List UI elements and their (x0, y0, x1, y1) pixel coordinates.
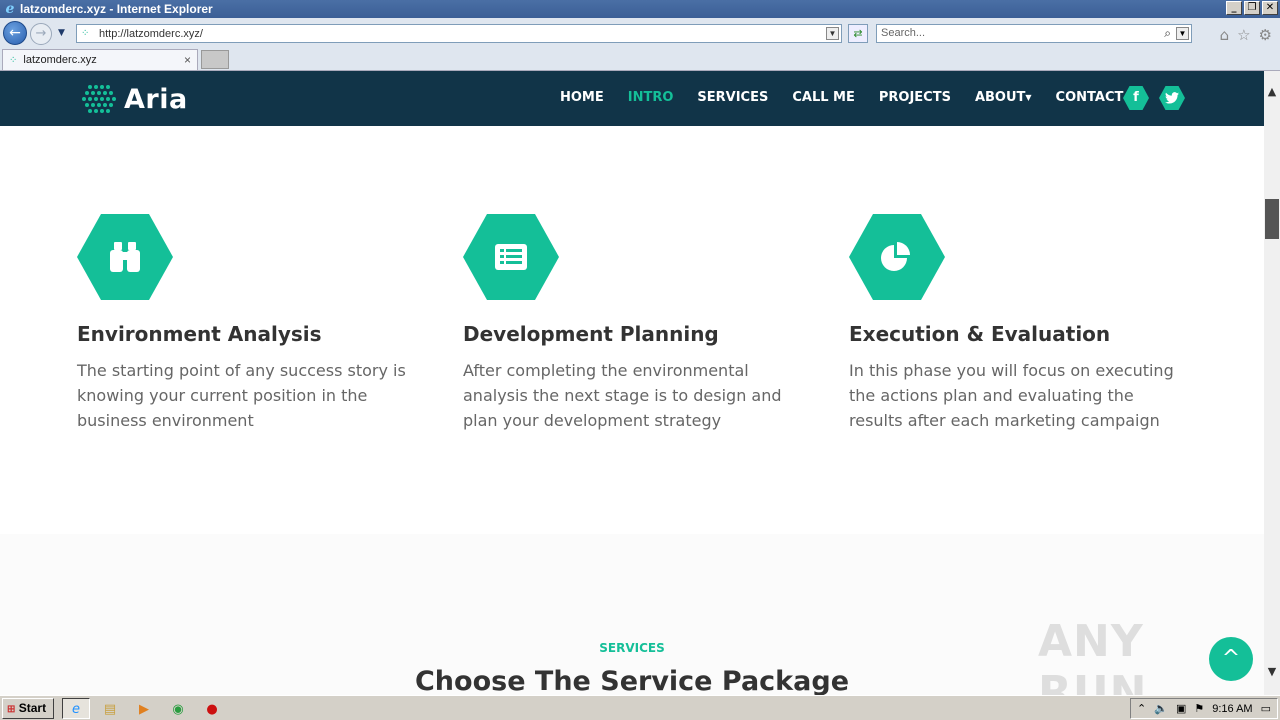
close-window-button[interactable]: ✕ (1262, 1, 1278, 15)
search-input[interactable]: Search... ⌕ ▼ (876, 24, 1192, 43)
search-placeholder: Search... (881, 27, 926, 39)
logo-dots-icon (82, 85, 116, 113)
twitter-icon[interactable] (1159, 86, 1185, 110)
back-button[interactable]: ← (3, 21, 27, 45)
scroll-up-icon[interactable]: ▲ (1264, 85, 1280, 98)
volume-icon[interactable]: 🔈 (1154, 702, 1168, 715)
chrome-taskbar-icon[interactable]: ◉ (164, 698, 192, 719)
feature-title: Development Planning (463, 322, 719, 346)
show-desktop-icon[interactable]: ▭ (1261, 702, 1271, 715)
tab-favicon-icon: ⁘ (9, 54, 18, 66)
browser-command-icons: ⌂ ☆ ⚙ (1220, 26, 1272, 44)
page-scrollbar[interactable]: ▲ ▼ (1264, 71, 1280, 695)
feature-text: After completing the environmental analy… (463, 361, 782, 430)
caret-down-icon: ▼ (1025, 93, 1032, 102)
scroll-thumb[interactable] (1265, 199, 1279, 239)
twitter-bird-icon (1165, 92, 1179, 104)
tab-latzomderc[interactable]: ⁘ latzomderc.xyz × (2, 49, 198, 70)
nav-intro[interactable]: INTRO (628, 90, 674, 105)
ie-logo-icon: e (5, 1, 15, 17)
browser-toolbar: ← → ▼ ⁘ http://latzomderc.xyz/ ▼ ⇄ Searc… (0, 18, 1280, 48)
nav-about-label: ABOUT (974, 90, 1026, 105)
back-to-top-button[interactable]: ^ (1209, 637, 1253, 681)
nav-about[interactable]: ABOUT▼ (975, 90, 1032, 105)
media-player-taskbar-icon[interactable]: ▶ (130, 698, 158, 719)
window-titlebar: e latzomderc.xyz - Internet Explorer _ ❐… (0, 0, 1280, 18)
history-dropdown-icon[interactable]: ▼ (58, 28, 65, 38)
search-icon[interactable]: ⌕ (1164, 25, 1171, 42)
restore-button[interactable]: ❐ (1244, 1, 1260, 15)
start-label: Start (18, 701, 47, 715)
list-icon (463, 214, 559, 300)
nav-home[interactable]: HOME (560, 90, 604, 105)
feature-card-environment: Environment Analysis The starting point … (77, 214, 417, 433)
social-links: f (1123, 86, 1185, 110)
window-controls: _ ❐ ✕ (1226, 1, 1278, 15)
start-button[interactable]: ⊞ Start (2, 698, 54, 719)
forward-button[interactable]: → (30, 23, 52, 45)
address-text[interactable]: http://latzomderc.xyz/ (99, 28, 203, 40)
address-bar[interactable]: ⁘ http://latzomderc.xyz/ ▼ (76, 24, 842, 43)
main-menu: HOME INTRO SERVICES CALL ME PROJECTS ABO… (560, 90, 1147, 105)
search-dropdown-icon[interactable]: ▼ (1176, 27, 1189, 40)
features-section: Environment Analysis The starting point … (0, 126, 1264, 534)
favorites-icon[interactable]: ☆ (1237, 26, 1250, 44)
feature-card-development: Development Planning After completing th… (463, 214, 803, 433)
pie-chart-icon (849, 214, 945, 300)
ie-taskbar-icon[interactable]: e (62, 698, 90, 719)
tab-label: latzomderc.xyz (23, 54, 97, 66)
clock[interactable]: 9:16 AM (1212, 703, 1252, 715)
feature-card-execution: Execution & Evaluation In this phase you… (849, 214, 1189, 433)
tab-close-icon[interactable]: × (184, 53, 191, 67)
system-tray: ⌃ 🔈 ▣ ⚑ 9:16 AM ▭ (1130, 698, 1278, 719)
address-dropdown-icon[interactable]: ▼ (826, 27, 839, 40)
quick-launch: e ▤ ▶ ◉ ● (62, 698, 226, 719)
opera-taskbar-icon[interactable]: ● (198, 698, 226, 719)
feature-text: The starting point of any success story … (77, 361, 406, 430)
facebook-icon[interactable]: f (1123, 86, 1149, 110)
site-navbar: Aria HOME INTRO SERVICES CALL ME PROJECT… (0, 71, 1264, 126)
minimize-button[interactable]: _ (1226, 1, 1242, 15)
nav-contact[interactable]: CONTACT (1056, 90, 1124, 105)
window-title: latzomderc.xyz - Internet Explorer (20, 2, 213, 16)
tools-gear-icon[interactable]: ⚙ (1259, 26, 1272, 44)
network-icon[interactable]: ▣ (1176, 702, 1186, 715)
home-icon[interactable]: ⌂ (1220, 26, 1230, 44)
feature-title: Environment Analysis (77, 322, 322, 346)
nav-call-me[interactable]: CALL ME (792, 90, 855, 105)
tray-expand-icon[interactable]: ⌃ (1137, 702, 1146, 715)
nav-services[interactable]: SERVICES (697, 90, 768, 105)
compatibility-refresh-button[interactable]: ⇄ (848, 24, 868, 43)
logo-text: Aria (124, 83, 188, 115)
feature-title: Execution & Evaluation (849, 322, 1111, 346)
site-favicon-icon: ⁘ (81, 27, 90, 39)
scroll-down-icon[interactable]: ▼ (1264, 665, 1280, 678)
nav-projects[interactable]: PROJECTS (879, 90, 951, 105)
page-viewport: Aria HOME INTRO SERVICES CALL ME PROJECT… (0, 71, 1264, 695)
explorer-taskbar-icon[interactable]: ▤ (96, 698, 124, 719)
site-logo[interactable]: Aria (80, 83, 188, 115)
windows-taskbar: ⊞ Start e ▤ ▶ ◉ ● ⌃ 🔈 ▣ ⚑ 9:16 AM ▭ (0, 695, 1280, 720)
action-center-flag-icon[interactable]: ⚑ (1194, 702, 1204, 715)
feature-text: In this phase you will focus on executin… (849, 361, 1174, 430)
tab-bar: ⁘ latzomderc.xyz × (0, 48, 1280, 71)
windows-flag-icon: ⊞ (7, 704, 16, 715)
binoculars-icon (77, 214, 173, 300)
new-tab-button[interactable] (201, 50, 229, 69)
